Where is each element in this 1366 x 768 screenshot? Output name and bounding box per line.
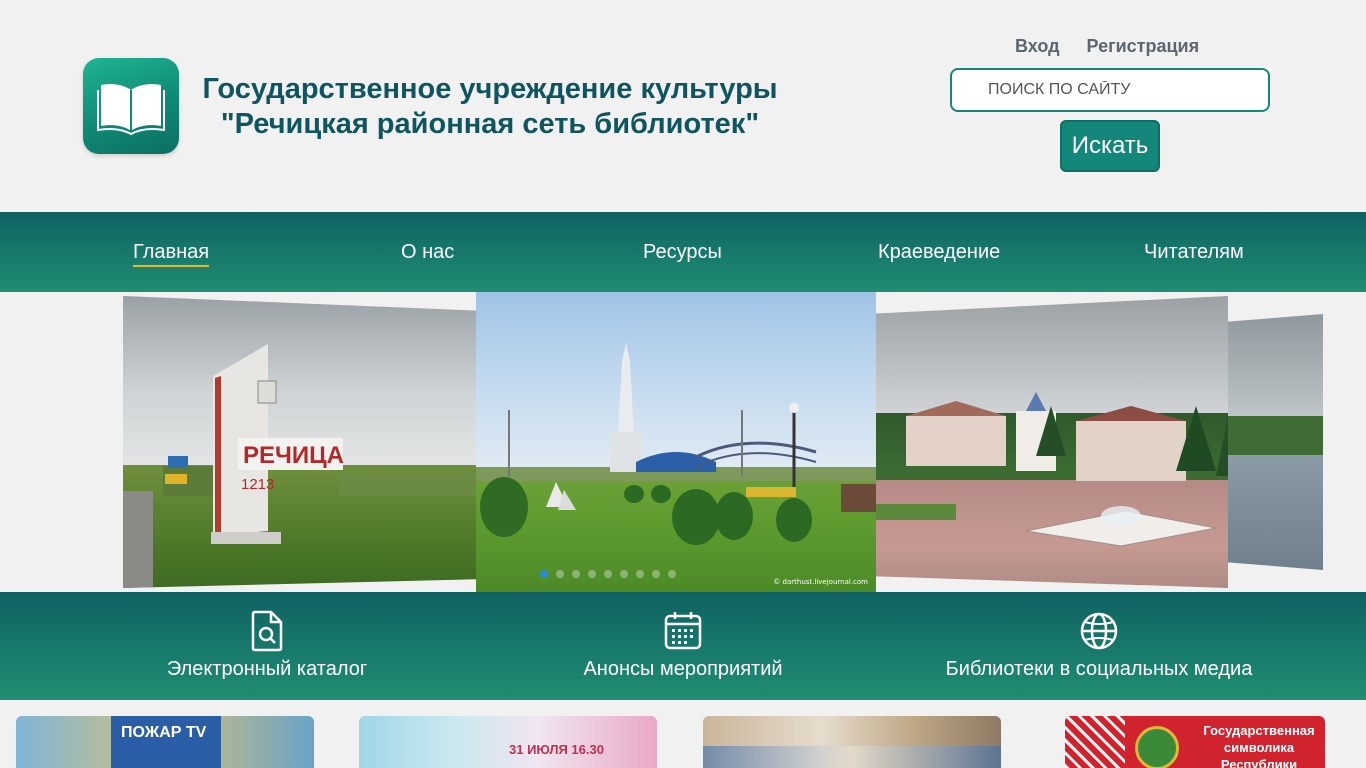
carousel-slide-city-sign[interactable]: РЕЧИЦА 1213 <box>123 296 476 588</box>
login-link[interactable]: Вход <box>1015 36 1060 56</box>
calendar-icon <box>664 612 702 650</box>
carousel-dot[interactable] <box>636 570 644 578</box>
carousel-dot[interactable] <box>540 570 548 578</box>
site-title-line2: "Речицкая районная сеть библиотек" <box>220 108 760 140</box>
ornament-pattern <box>1065 716 1125 768</box>
carousel-dot[interactable] <box>572 570 580 578</box>
quick-link-label: Анонсы мероприятий <box>583 658 783 680</box>
news-card-caption: ПОЖАР TV <box>111 716 221 768</box>
sign-city-name: РЕЧИЦА <box>243 442 344 469</box>
nav-item-home[interactable]: Главная <box>133 241 210 267</box>
quick-link-social-media[interactable]: Библиотеки в социальных медиа <box>942 610 1256 681</box>
nav-item-resources[interactable]: Ресурсы <box>643 241 722 264</box>
nav-item-about[interactable]: О нас <box>401 241 454 264</box>
carousel-dot[interactable] <box>620 570 628 578</box>
nav-item-readers[interactable]: Читателям <box>1144 241 1244 264</box>
search-button[interactable]: Искать <box>1060 120 1160 172</box>
carousel-dots <box>540 570 676 578</box>
carousel-dot[interactable] <box>668 570 676 578</box>
coat-of-arms-icon <box>1135 726 1179 768</box>
site-title-line1: Государственное учреждение культуры <box>202 73 778 105</box>
carousel-dot[interactable] <box>556 570 564 578</box>
sign-year: 1213 <box>241 476 274 493</box>
carousel-slide-river[interactable] <box>1228 314 1323 570</box>
auth-links: Вход Регистрация <box>1015 36 1221 57</box>
carousel-slide-monument[interactable]: © darthust.livejournal.com <box>476 292 876 592</box>
quick-link-label: Электронный каталог <box>166 658 368 680</box>
main-nav: Главная О нас Ресурсы Краеведение Читате… <box>0 212 1366 292</box>
quick-link-events[interactable]: Анонсы мероприятий <box>581 610 785 681</box>
photo-watermark: © darthust.livejournal.com <box>773 578 868 586</box>
book-logo-icon[interactable] <box>83 58 179 154</box>
nav-item-local-history[interactable]: Краеведение <box>878 241 1000 264</box>
register-link[interactable]: Регистрация <box>1087 36 1200 56</box>
news-cards: ПОЖАР TV 31 ИЮЛЯ 16.30 Государственная с… <box>0 700 1366 768</box>
news-card[interactable]: ПОЖАР TV <box>16 716 314 768</box>
quick-links-bar: Электронный каталог Анонсы мероприятий Б… <box>0 592 1366 700</box>
carousel-dot[interactable] <box>588 570 596 578</box>
globe-icon <box>1080 612 1118 650</box>
news-card[interactable]: Государственная символика Республики Бел… <box>1065 716 1325 768</box>
quick-link-catalog[interactable]: Электронный каталог <box>164 610 370 681</box>
news-card[interactable] <box>703 716 1001 768</box>
site-header: Государственное учреждение культуры "Реч… <box>0 0 1366 212</box>
site-title: Государственное учреждение культуры "Реч… <box>190 72 790 142</box>
document-search-icon <box>251 610 283 652</box>
carousel-dot[interactable] <box>652 570 660 578</box>
carousel-dot[interactable] <box>604 570 612 578</box>
image-carousel: РЕЧИЦА 1213 © darthust.livejournal.com <box>0 292 1366 592</box>
carousel-slide-square[interactable] <box>876 296 1228 588</box>
news-card-image <box>703 746 1001 768</box>
quick-link-label: Библиотеки в социальных медиа <box>945 658 1253 680</box>
news-card-caption: 31 ИЮЛЯ 16.30 <box>509 742 604 757</box>
news-card[interactable]: 31 ИЮЛЯ 16.30 <box>359 716 657 768</box>
news-card-caption: Государственная символика Республики Бел… <box>1203 723 1315 768</box>
search-input[interactable] <box>950 68 1270 112</box>
